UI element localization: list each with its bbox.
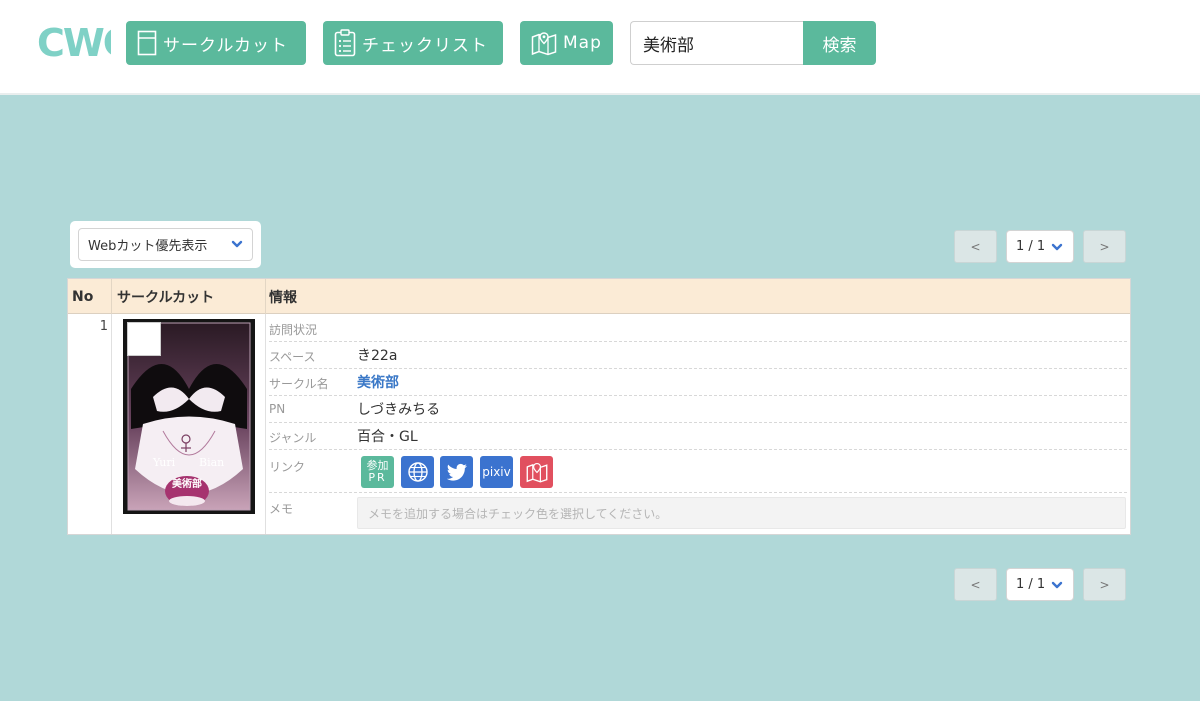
memo-field[interactable]: メモを追加する場合はチェック色を選択してください。 <box>357 497 1126 529</box>
map-pin-icon <box>526 462 547 483</box>
prev-page-button[interactable]: < <box>954 230 997 263</box>
circle-cut-button[interactable]: サークルカット <box>126 21 306 65</box>
clipboard-list-icon <box>334 29 356 57</box>
svg-text:Yuri: Yuri <box>152 456 176 469</box>
next-page-button[interactable]: > <box>1083 230 1126 263</box>
memo-label: メモ <box>269 502 294 516</box>
circle-name-link[interactable]: 美術部 <box>357 372 399 392</box>
map-location-button[interactable] <box>520 456 553 488</box>
map-label: Map <box>563 33 602 53</box>
map-button[interactable]: Map <box>520 21 613 65</box>
chevron-down-icon <box>231 240 243 248</box>
search-input[interactable] <box>630 21 804 65</box>
circle-table: No サークルカット 情報 1 Yuri Bian 美術部 訪問状況 スペース … <box>67 278 1131 535</box>
pixiv-button[interactable]: pixiv <box>480 456 513 488</box>
info-row-space: スペース き22a <box>269 342 1127 369</box>
column-header-cut: サークルカット <box>112 279 266 314</box>
space-label: スペース <box>269 350 316 364</box>
column-divider <box>265 314 266 534</box>
participation-pr-button[interactable]: 参加 PR <box>361 456 394 488</box>
svg-text:美術部: 美術部 <box>172 477 202 490</box>
info-row-links: リンク 参加 PR pixiv <box>269 450 1127 493</box>
table-header: No サークルカット 情報 <box>68 279 1130 314</box>
next-page-button[interactable]: > <box>1083 568 1126 601</box>
sort-panel: Webカット優先表示 <box>70 221 261 268</box>
column-divider <box>111 314 112 534</box>
column-header-no: No <box>68 279 112 314</box>
checklist-button[interactable]: チェックリスト <box>323 21 503 65</box>
pn-value: しづきみちる <box>357 402 441 418</box>
checklist-label: チェックリスト <box>362 35 488 56</box>
info-row-circle: サークル名 美術部 <box>269 369 1127 396</box>
sort-select-label: Webカット優先表示 <box>88 239 208 254</box>
pr-label-bottom: PR <box>368 471 387 484</box>
space-value: き22a <box>357 348 398 364</box>
visit-status-label: 訪問状況 <box>269 323 318 337</box>
info-row-pn: PN しづきみちる <box>269 396 1127 423</box>
svg-text:CWC: CWC <box>37 24 111 62</box>
header-bar: CWC サークルカット チェックリスト Map 検索 <box>0 0 1200 95</box>
check-color-box[interactable] <box>127 322 161 356</box>
circle-cut-image[interactable]: Yuri Bian 美術部 <box>123 319 255 514</box>
genre-label: ジャンル <box>269 431 317 445</box>
page-select[interactable]: 1 / 1 <box>1006 568 1074 601</box>
info-row-visit: 訪問状況 <box>269 314 1127 342</box>
links-label: リンク <box>269 460 306 474</box>
book-icon <box>137 30 157 56</box>
circle-name-label: サークル名 <box>269 377 329 391</box>
search-button[interactable]: 検索 <box>803 21 876 65</box>
map-pin-icon <box>531 32 557 56</box>
cwc-logo[interactable]: CWC <box>37 21 131 65</box>
svg-text:Bian: Bian <box>199 456 224 469</box>
info-row-memo: メモ メモを追加する場合はチェック色を選択してください。 <box>269 493 1127 534</box>
genre-value: 百合・GL <box>357 429 418 445</box>
page-select[interactable]: 1 / 1 <box>1006 230 1074 263</box>
sort-select[interactable]: Webカット優先表示 <box>78 228 253 261</box>
globe-icon <box>407 462 428 482</box>
column-header-info: 情報 <box>269 289 297 306</box>
info-row-genre: ジャンル 百合・GL <box>269 423 1127 450</box>
twitter-icon <box>446 463 467 481</box>
pager-top: < 1 / 1 > <box>954 230 1126 263</box>
row-number: 1 <box>99 319 108 334</box>
circle-cut-label: サークルカット <box>163 35 288 56</box>
link-buttons: 参加 PR pixiv <box>361 456 561 488</box>
page-select-label: 1 / 1 <box>1016 239 1046 254</box>
prev-page-button[interactable]: < <box>954 568 997 601</box>
chevron-down-icon <box>1051 581 1063 589</box>
pager-bottom: < 1 / 1 > <box>954 568 1126 601</box>
pn-label: PN <box>269 402 286 416</box>
website-button[interactable] <box>401 456 434 488</box>
page-select-label: 1 / 1 <box>1016 577 1046 592</box>
twitter-button[interactable] <box>440 456 473 488</box>
chevron-down-icon <box>1051 243 1063 251</box>
